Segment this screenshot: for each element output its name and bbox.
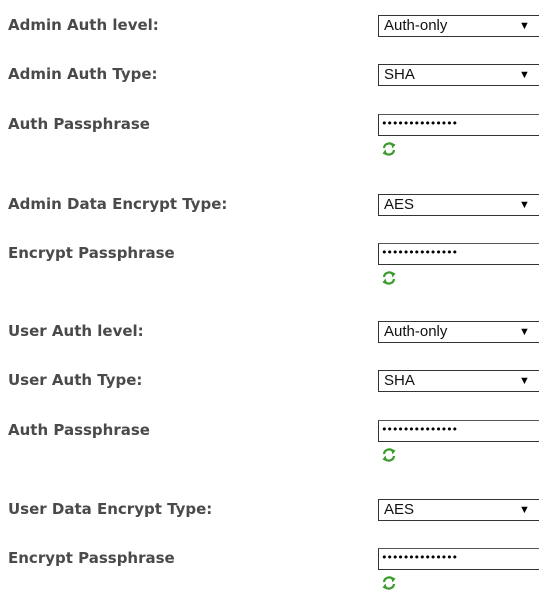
- user-data-encrypt-type-label: User Data Encrypt Type:: [8, 500, 213, 518]
- user-auth-passphrase-field[interactable]: ••••••••••••••: [378, 420, 539, 442]
- refresh-icon[interactable]: [381, 141, 397, 157]
- chevron-down-icon: ▼: [519, 199, 530, 211]
- user-auth-level-select[interactable]: Auth-only ▼: [378, 321, 539, 343]
- user-data-encrypt-type-select[interactable]: AES ▼: [378, 499, 539, 521]
- chevron-down-icon: ▼: [519, 20, 530, 32]
- admin-auth-level-label: Admin Auth level:: [8, 16, 159, 34]
- chevron-down-icon: ▼: [519, 375, 530, 387]
- user-encrypt-passphrase-field[interactable]: ••••••••••••••: [378, 548, 539, 570]
- admin-auth-level-select[interactable]: Auth-only ▼: [378, 15, 539, 37]
- user-auth-type-select[interactable]: SHA ▼: [378, 370, 539, 392]
- user-encrypt-passphrase-label: Encrypt Passphrase: [8, 549, 175, 567]
- user-auth-level-value: Auth-only: [384, 323, 448, 340]
- admin-data-encrypt-type-label: Admin Data Encrypt Type:: [8, 195, 228, 213]
- admin-data-encrypt-type-select[interactable]: AES ▼: [378, 194, 539, 216]
- admin-auth-passphrase-label: Auth Passphrase: [8, 115, 150, 133]
- admin-auth-level-value: Auth-only: [384, 17, 448, 34]
- chevron-down-icon: ▼: [519, 69, 530, 81]
- user-auth-type-value: SHA: [384, 372, 415, 389]
- chevron-down-icon: ▼: [519, 326, 530, 338]
- admin-auth-passphrase-field[interactable]: ••••••••••••••: [378, 114, 539, 136]
- admin-auth-type-value: SHA: [384, 66, 415, 83]
- admin-data-encrypt-type-value: AES: [384, 196, 415, 213]
- admin-encrypt-passphrase-field[interactable]: ••••••••••••••: [378, 243, 539, 265]
- admin-auth-type-select[interactable]: SHA ▼: [378, 64, 539, 86]
- refresh-icon[interactable]: [381, 575, 397, 591]
- user-auth-type-label: User Auth Type:: [8, 371, 143, 389]
- chevron-down-icon: ▼: [519, 504, 530, 516]
- user-data-encrypt-type-value: AES: [384, 501, 415, 518]
- admin-auth-type-label: Admin Auth Type:: [8, 65, 158, 83]
- refresh-icon[interactable]: [381, 270, 397, 286]
- user-auth-level-label: User Auth level:: [8, 322, 144, 340]
- admin-encrypt-passphrase-label: Encrypt Passphrase: [8, 244, 175, 262]
- user-auth-passphrase-label: Auth Passphrase: [8, 421, 150, 439]
- refresh-icon[interactable]: [381, 447, 397, 463]
